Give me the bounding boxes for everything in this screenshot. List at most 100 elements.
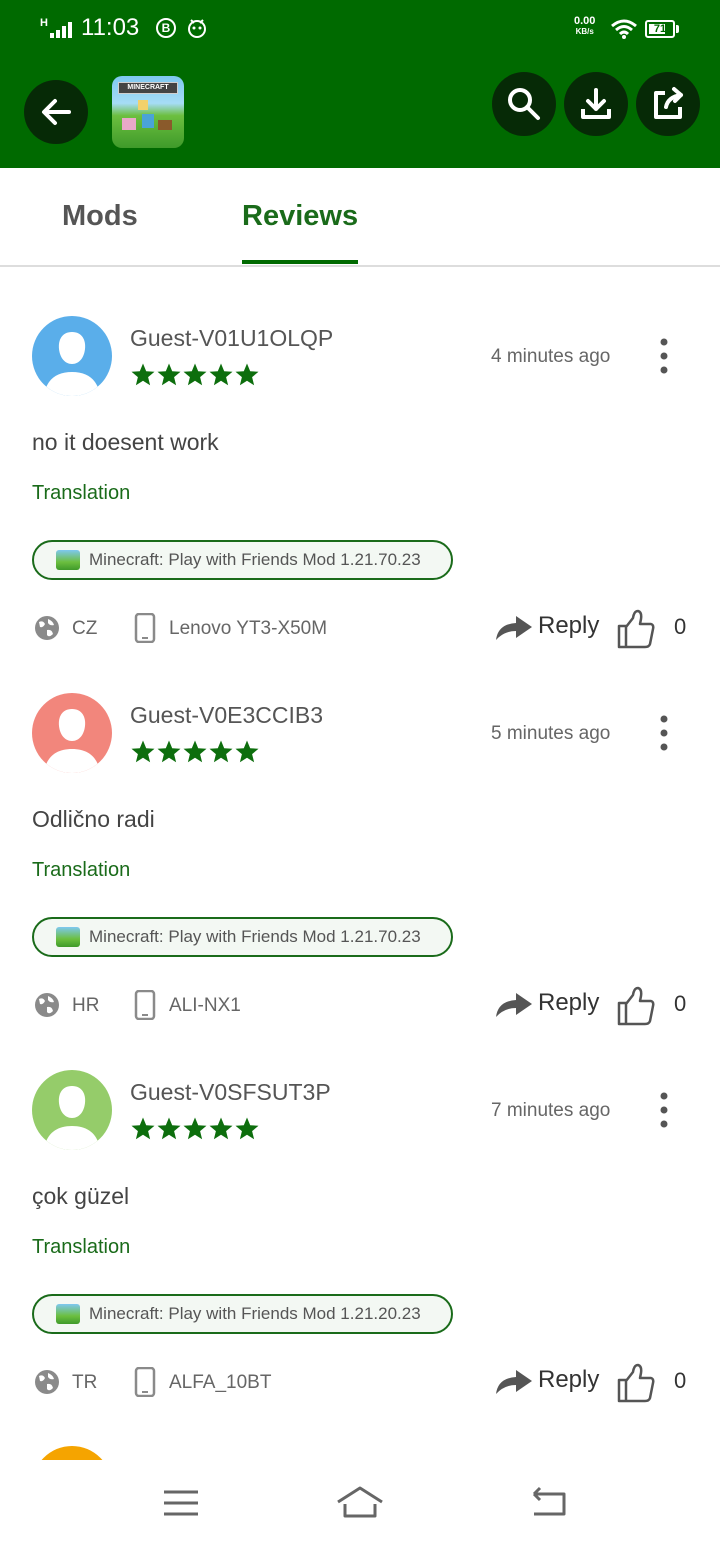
mod-version-chip[interactable]: Minecraft: Play with Friends Mod 1.21.70… bbox=[32, 917, 453, 957]
reply-button[interactable]: Reply bbox=[494, 1362, 604, 1402]
mod-version-label: Minecraft: Play with Friends Mod 1.21.70… bbox=[89, 550, 421, 569]
globe-icon bbox=[35, 993, 59, 1017]
mod-thumbnail bbox=[56, 1304, 80, 1324]
review-country: TR bbox=[72, 1372, 98, 1393]
svg-text:H: H bbox=[40, 17, 48, 29]
like-count: 0 bbox=[674, 991, 687, 1016]
globe-icon bbox=[35, 616, 59, 640]
review-item: Guest-V0E3CCIB3 5 minutes ago Odlično ra… bbox=[0, 693, 720, 1070]
translation-link[interactable]: Translation bbox=[32, 859, 130, 882]
battery-icon: 71 bbox=[645, 20, 675, 38]
user-name[interactable]: Guest-V01U1OLQP bbox=[130, 325, 333, 352]
mod-version-chip[interactable]: Minecraft: Play with Friends Mod 1.21.70… bbox=[32, 540, 453, 580]
review-item: Guest-V0SFSUT3P 7 minutes ago çok güzel … bbox=[0, 1070, 720, 1447]
clock: 11:03 bbox=[81, 14, 140, 41]
mod-version-chip[interactable]: Minecraft: Play with Friends Mod 1.21.20… bbox=[32, 1294, 453, 1334]
tab-bar: Mods Reviews bbox=[0, 168, 720, 267]
star-icon bbox=[209, 363, 233, 386]
home-icon bbox=[337, 1486, 383, 1518]
next-review-avatar bbox=[32, 1446, 112, 1460]
search-button[interactable] bbox=[492, 72, 556, 136]
rating-stars bbox=[130, 1116, 260, 1142]
translation-link[interactable]: Translation bbox=[32, 1236, 130, 1259]
thumbs-up-icon[interactable] bbox=[616, 608, 656, 650]
back-icon bbox=[532, 1486, 566, 1516]
review-item: Guest-V01U1OLQP 4 minutes ago no it does… bbox=[0, 316, 720, 693]
star-icon bbox=[235, 363, 259, 386]
home-button[interactable] bbox=[335, 1480, 385, 1526]
avatar[interactable] bbox=[32, 693, 112, 773]
mod-thumbnail bbox=[56, 927, 80, 947]
bug-status-icon bbox=[188, 19, 206, 38]
tab-mods[interactable]: Mods bbox=[62, 200, 138, 233]
star-icon bbox=[209, 1117, 233, 1140]
user-name[interactable]: Guest-V0E3CCIB3 bbox=[130, 702, 323, 729]
reply-arrow-icon bbox=[496, 993, 532, 1017]
download-button[interactable] bbox=[564, 72, 628, 136]
star-icon bbox=[131, 1117, 155, 1140]
tab-reviews[interactable]: Reviews bbox=[242, 200, 358, 233]
star-icon bbox=[131, 363, 155, 386]
reply-arrow-icon bbox=[496, 1370, 532, 1394]
mod-version-label: Minecraft: Play with Friends Mod 1.21.20… bbox=[89, 1304, 421, 1323]
mod-version-label: Minecraft: Play with Friends Mod 1.21.70… bbox=[89, 927, 421, 946]
review-time: 5 minutes ago bbox=[491, 723, 611, 744]
like-count: 0 bbox=[674, 614, 687, 639]
arrow-left-icon bbox=[42, 99, 71, 125]
user-icon bbox=[32, 1070, 112, 1150]
battery-level: 71 bbox=[653, 23, 667, 35]
search-icon bbox=[508, 88, 540, 120]
more-options-icon[interactable] bbox=[648, 713, 680, 753]
thumbs-up-icon[interactable] bbox=[616, 985, 656, 1027]
star-icon bbox=[157, 1117, 181, 1140]
star-icon bbox=[131, 740, 155, 763]
phone-icon bbox=[134, 990, 156, 1020]
reply-label: Reply bbox=[538, 612, 600, 639]
review-time: 7 minutes ago bbox=[491, 1100, 611, 1121]
rating-stars bbox=[130, 362, 260, 388]
more-options-icon[interactable] bbox=[648, 1090, 680, 1130]
star-icon bbox=[183, 1117, 207, 1140]
more-options-icon[interactable] bbox=[648, 336, 680, 376]
like-count: 0 bbox=[674, 1368, 687, 1393]
star-icon bbox=[235, 740, 259, 763]
review-comment: çok güzel bbox=[32, 1183, 130, 1209]
review-comment: no it doesent work bbox=[32, 429, 219, 455]
review-time: 4 minutes ago bbox=[491, 346, 611, 367]
star-icon bbox=[157, 740, 181, 763]
game-art-image bbox=[122, 100, 172, 130]
star-icon bbox=[209, 740, 233, 763]
reply-button[interactable]: Reply bbox=[494, 985, 604, 1025]
reply-label: Reply bbox=[538, 1366, 600, 1393]
download-icon bbox=[581, 88, 611, 119]
thumbs-up-icon[interactable] bbox=[616, 1362, 656, 1404]
menu-button[interactable] bbox=[156, 1480, 206, 1526]
review-country: CZ bbox=[72, 618, 98, 639]
user-icon bbox=[32, 693, 112, 773]
app-thumbnail[interactable]: MINECRAFT bbox=[112, 76, 184, 148]
reply-button[interactable]: Reply bbox=[494, 608, 604, 648]
translation-link[interactable]: Translation bbox=[32, 482, 130, 505]
battery-tip bbox=[676, 25, 679, 33]
review-device: ALFA_10BT bbox=[169, 1372, 272, 1393]
share-button[interactable] bbox=[636, 72, 700, 136]
phone-icon bbox=[134, 613, 156, 643]
back-nav-button[interactable] bbox=[524, 1480, 574, 1526]
b-status-icon: B bbox=[156, 18, 176, 38]
star-icon bbox=[183, 363, 207, 386]
review-device: Lenovo YT3-X50M bbox=[169, 618, 328, 639]
reply-arrow-icon bbox=[496, 616, 532, 640]
mod-thumbnail bbox=[56, 550, 80, 570]
user-name[interactable]: Guest-V0SFSUT3P bbox=[130, 1079, 331, 1106]
user-icon bbox=[32, 316, 112, 396]
status-bar: H 11:03 B 0.00 KB/s 71 bbox=[0, 0, 720, 58]
phone-icon bbox=[134, 1367, 156, 1397]
back-button[interactable] bbox=[24, 80, 88, 144]
rating-stars bbox=[130, 739, 260, 765]
avatar[interactable] bbox=[32, 1070, 112, 1150]
star-icon bbox=[157, 363, 181, 386]
review-device: ALI-NX1 bbox=[169, 995, 241, 1016]
avatar[interactable] bbox=[32, 316, 112, 396]
system-nav-bar bbox=[0, 1460, 720, 1544]
share-icon bbox=[654, 87, 683, 119]
